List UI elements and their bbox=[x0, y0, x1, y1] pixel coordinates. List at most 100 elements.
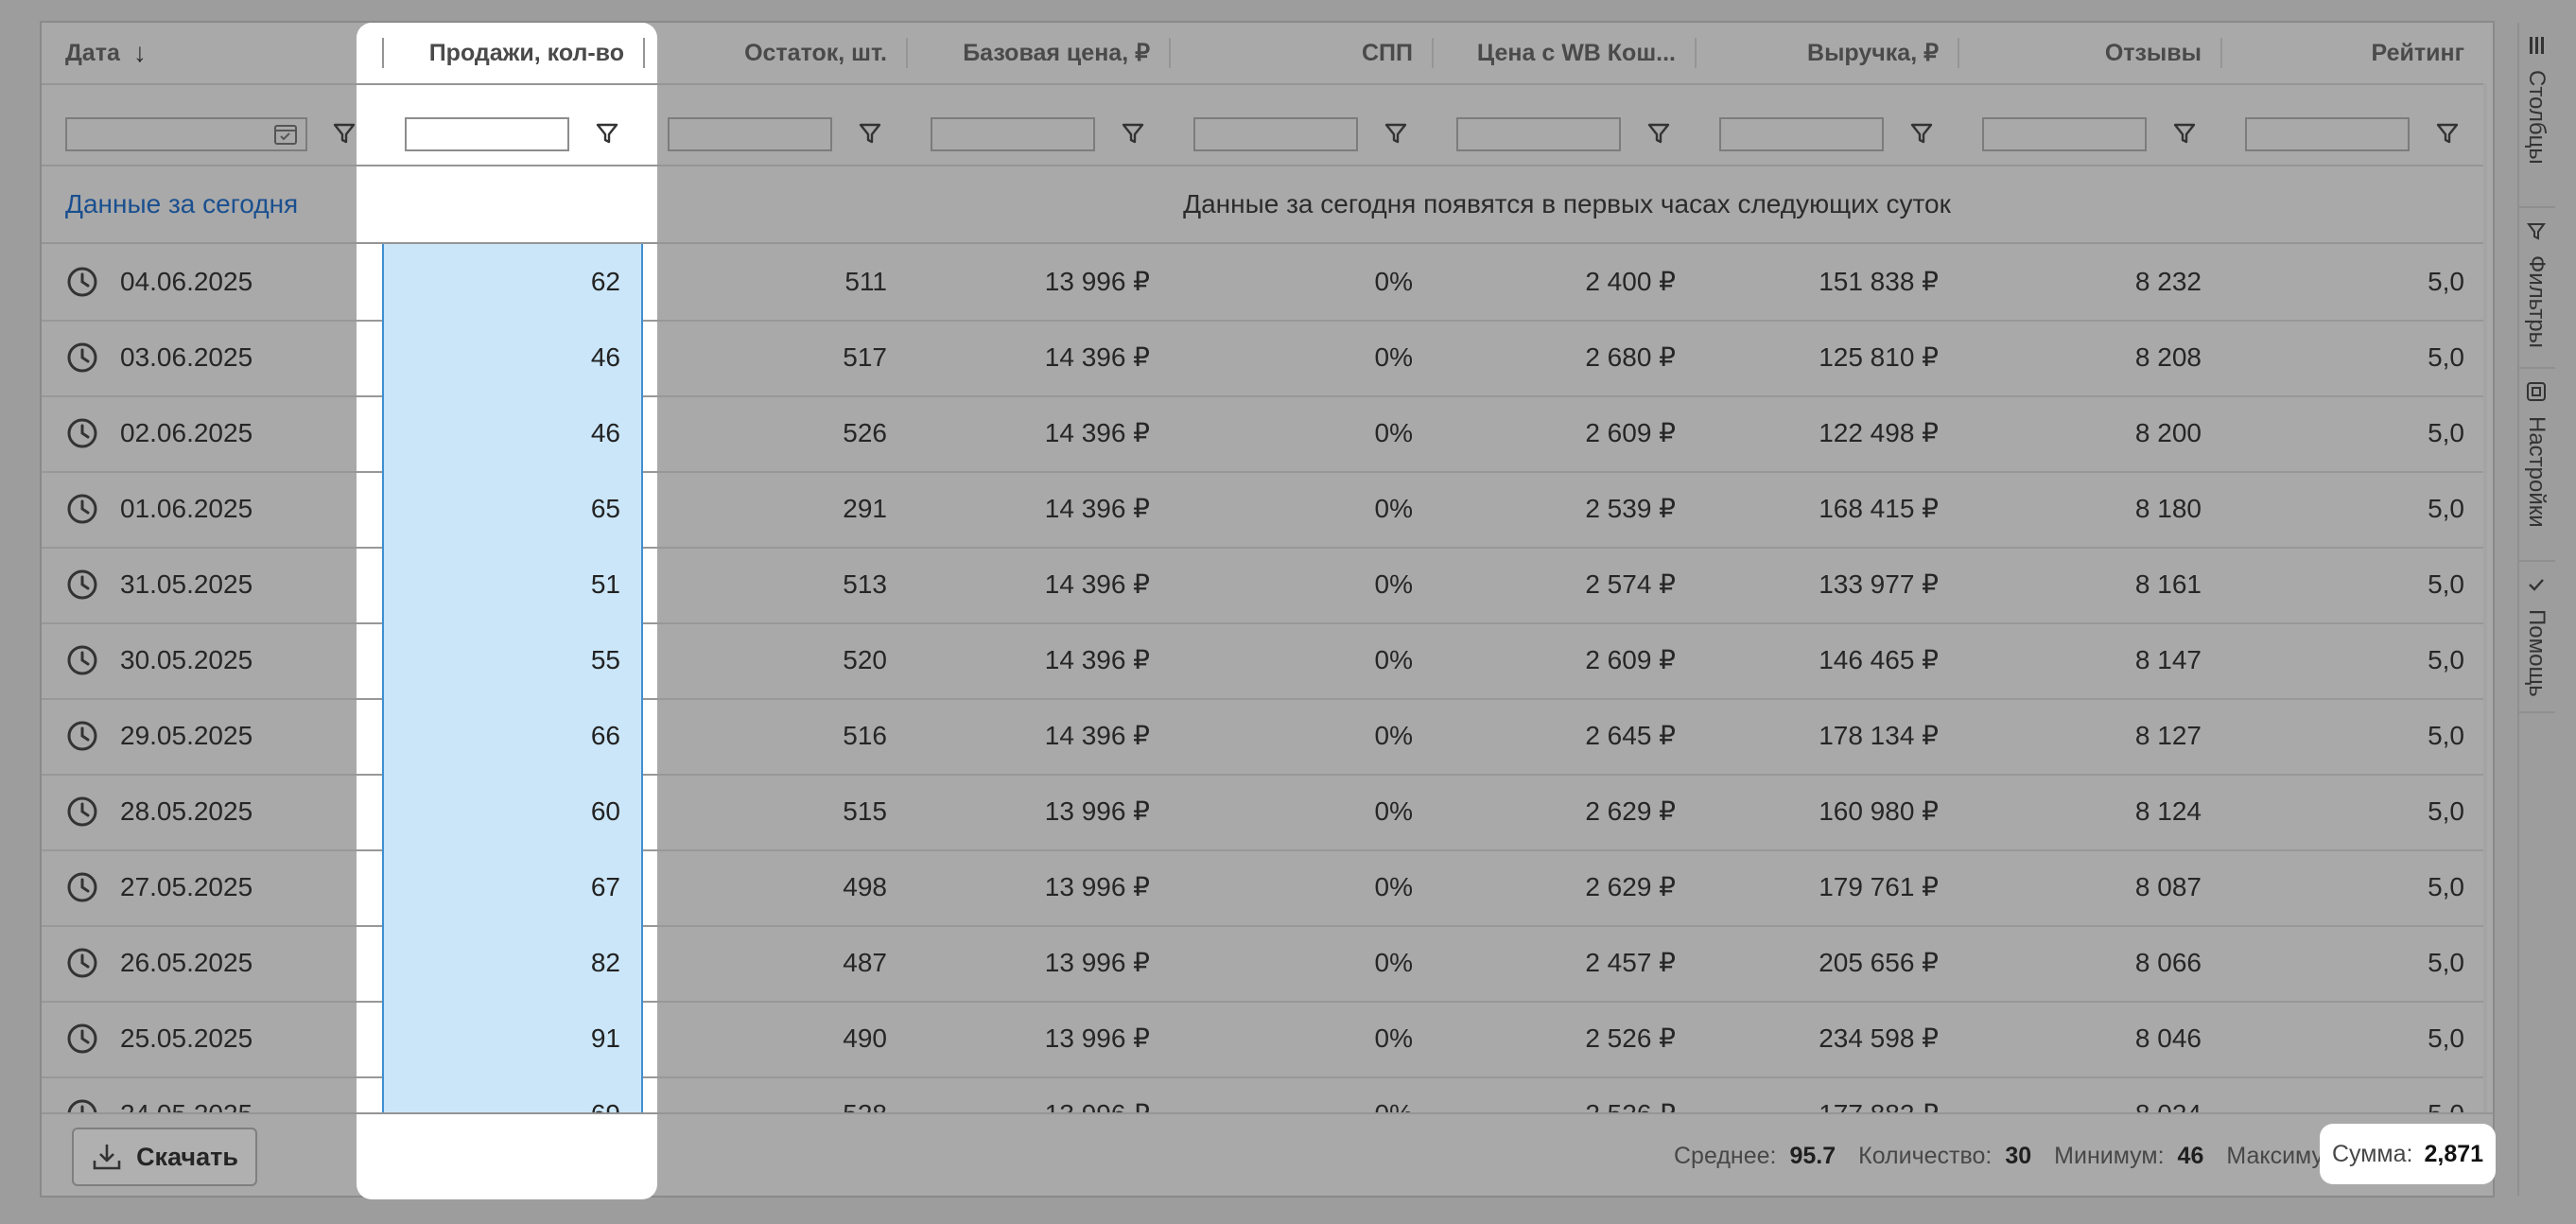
rating-cell[interactable]: 5,0 bbox=[2220, 320, 2483, 395]
base-price-cell[interactable]: 14 396 ₽ bbox=[906, 547, 1169, 622]
rating-cell[interactable]: 5,0 bbox=[2220, 471, 2483, 547]
col-header-stock[interactable]: Остаток, шт. bbox=[643, 23, 906, 83]
table-row[interactable]: 04.06.2025 62 511 13 996 ₽0% 2 400 ₽151 838 … bbox=[42, 244, 2487, 322]
revenue-cell[interactable]: 122 498 ₽ bbox=[1695, 395, 1958, 471]
reviews-cell[interactable]: 8 066 bbox=[1958, 925, 2220, 1001]
sales-cell-selected[interactable]: 82 bbox=[382, 925, 643, 1001]
spp-cell[interactable]: 0% bbox=[1169, 471, 1432, 547]
table-row[interactable]: 27.05.2025 67 498 13 996 ₽0% 2 629 ₽179 761 … bbox=[42, 849, 2487, 927]
stock-cell[interactable]: 520 bbox=[643, 622, 906, 698]
sales-cell-selected[interactable]: 46 bbox=[382, 320, 643, 395]
spp-cell[interactable]: 0% bbox=[1169, 622, 1432, 698]
vertical-scroll-track[interactable] bbox=[2483, 83, 2487, 1112]
spp-cell[interactable]: 0% bbox=[1169, 698, 1432, 774]
wb-price-cell[interactable]: 2 609 ₽ bbox=[1432, 622, 1695, 698]
base-price-cell[interactable]: 13 996 ₽ bbox=[906, 849, 1169, 925]
wb-price-cell[interactable]: 2 457 ₽ bbox=[1432, 925, 1695, 1001]
revenue-cell[interactable]: 179 761 ₽ bbox=[1695, 849, 1958, 925]
stock-cell[interactable]: 487 bbox=[643, 925, 906, 1001]
sales-cell-selected[interactable]: 60 bbox=[382, 774, 643, 849]
reviews-cell[interactable]: 8 046 bbox=[1958, 1001, 2220, 1076]
wb-price-filter-input[interactable] bbox=[1456, 117, 1621, 151]
stock-cell[interactable]: 516 bbox=[643, 698, 906, 774]
col-header-sales[interactable]: Продажи, кол-во bbox=[382, 23, 643, 83]
base-price-cell[interactable]: 14 396 ₽ bbox=[906, 698, 1169, 774]
filter-icon[interactable] bbox=[857, 119, 883, 148]
filter-icon[interactable] bbox=[594, 119, 620, 148]
rating-cell[interactable]: 5,0 bbox=[2220, 849, 2483, 925]
reviews-cell[interactable]: 8 124 bbox=[1958, 774, 2220, 849]
revenue-cell[interactable]: 125 810 ₽ bbox=[1695, 320, 1958, 395]
sales-cell-selected[interactable]: 91 bbox=[382, 1001, 643, 1076]
revenue-cell[interactable]: 178 134 ₽ bbox=[1695, 698, 1958, 774]
revenue-cell[interactable]: 151 838 ₽ bbox=[1695, 244, 1958, 320]
sales-cell-selected[interactable]: 55 bbox=[382, 622, 643, 698]
revenue-cell[interactable]: 160 980 ₽ bbox=[1695, 774, 1958, 849]
wb-price-cell[interactable]: 2 629 ₽ bbox=[1432, 849, 1695, 925]
reviews-cell[interactable]: 8 127 bbox=[1958, 698, 2220, 774]
filter-icon[interactable] bbox=[2171, 119, 2198, 148]
col-header-spp[interactable]: СПП bbox=[1169, 23, 1432, 83]
base-price-cell[interactable]: 13 996 ₽ bbox=[906, 774, 1169, 849]
sales-filter-input[interactable] bbox=[405, 117, 569, 151]
base-price-cell[interactable]: 13 996 ₽ bbox=[906, 1001, 1169, 1076]
sales-cell-selected[interactable]: 66 bbox=[382, 698, 643, 774]
col-header-wb-price[interactable]: Цена с WB Кош... bbox=[1432, 23, 1695, 83]
revenue-cell[interactable]: 234 598 ₽ bbox=[1695, 1001, 1958, 1076]
sidebar-tab-filters[interactable]: Фильтры bbox=[2517, 208, 2555, 369]
rating-cell[interactable]: 5,0 bbox=[2220, 774, 2483, 849]
reviews-cell[interactable]: 8 208 bbox=[1958, 320, 2220, 395]
table-row[interactable]: 29.05.2025 66 516 14 396 ₽0% 2 645 ₽178 134 … bbox=[42, 698, 2487, 776]
col-header-base-price[interactable]: Базовая цена, ₽ bbox=[906, 23, 1169, 83]
rating-cell[interactable]: 5,0 bbox=[2220, 244, 2483, 320]
sales-cell-selected[interactable]: 65 bbox=[382, 471, 643, 547]
wb-price-cell[interactable]: 2 526 ₽ bbox=[1432, 1076, 1695, 1112]
stock-cell[interactable]: 498 bbox=[643, 849, 906, 925]
revenue-filter-input[interactable] bbox=[1719, 117, 1884, 151]
table-row[interactable]: 03.06.2025 46 517 14 396 ₽0% 2 680 ₽125 810 … bbox=[42, 320, 2487, 397]
table-row[interactable]: 31.05.2025 51 513 14 396 ₽0% 2 574 ₽133 977 … bbox=[42, 547, 2487, 624]
rating-cell[interactable]: 5,0 bbox=[2220, 698, 2483, 774]
sidebar-tab-settings[interactable]: Настройки bbox=[2517, 369, 2555, 562]
spp-cell[interactable]: 0% bbox=[1169, 774, 1432, 849]
today-label[interactable]: Данные за сегодня bbox=[65, 166, 298, 242]
spp-cell[interactable]: 0% bbox=[1169, 244, 1432, 320]
filter-icon[interactable] bbox=[1120, 119, 1146, 148]
stock-cell[interactable]: 517 bbox=[643, 320, 906, 395]
base-price-cell[interactable]: 14 396 ₽ bbox=[906, 320, 1169, 395]
base-price-cell[interactable]: 14 396 ₽ bbox=[906, 622, 1169, 698]
base-price-cell[interactable]: 14 396 ₽ bbox=[906, 471, 1169, 547]
spp-cell[interactable]: 0% bbox=[1169, 925, 1432, 1001]
spp-cell[interactable]: 0% bbox=[1169, 320, 1432, 395]
stock-filter-input[interactable] bbox=[668, 117, 832, 151]
reviews-cell[interactable]: 8 232 bbox=[1958, 244, 2220, 320]
filter-icon[interactable] bbox=[1383, 119, 1409, 148]
rating-cell[interactable]: 5,0 bbox=[2220, 547, 2483, 622]
table-row[interactable]: 24.05.2025 69 52813 996 ₽0%2 526 ₽177 882 … bbox=[42, 1076, 2487, 1112]
revenue-cell[interactable]: 146 465 ₽ bbox=[1695, 622, 1958, 698]
table-row[interactable]: 28.05.2025 60 515 13 996 ₽0% 2 629 ₽160 980 … bbox=[42, 774, 2487, 851]
rating-cell[interactable]: 5,0 bbox=[2220, 1001, 2483, 1076]
reviews-filter-input[interactable] bbox=[1982, 117, 2147, 151]
wb-price-cell[interactable]: 2 539 ₽ bbox=[1432, 471, 1695, 547]
col-header-reviews[interactable]: Отзывы bbox=[1958, 23, 2220, 83]
date-filter-input[interactable] bbox=[65, 117, 307, 151]
filter-icon[interactable] bbox=[331, 119, 357, 148]
base-price-cell[interactable]: 14 396 ₽ bbox=[906, 395, 1169, 471]
table-row[interactable]: 02.06.2025 46 526 14 396 ₽0% 2 609 ₽122 498 … bbox=[42, 395, 2487, 473]
wb-price-cell[interactable]: 2 526 ₽ bbox=[1432, 1001, 1695, 1076]
table-row[interactable]: 25.05.2025 91 490 13 996 ₽0% 2 526 ₽234 598 … bbox=[42, 1001, 2487, 1078]
stock-cell[interactable]: 291 bbox=[643, 471, 906, 547]
col-header-revenue[interactable]: Выручка, ₽ bbox=[1695, 23, 1958, 83]
col-header-rating[interactable]: Рейтинг bbox=[2220, 23, 2483, 83]
sales-cell-selected[interactable]: 67 bbox=[382, 849, 643, 925]
rating-filter-input[interactable] bbox=[2245, 117, 2410, 151]
sidebar-tab-help[interactable]: Помощь bbox=[2517, 562, 2555, 713]
wb-price-cell[interactable]: 2 680 ₽ bbox=[1432, 320, 1695, 395]
stock-cell[interactable]: 528 bbox=[643, 1076, 906, 1112]
rating-cell[interactable]: 5,0 bbox=[2220, 395, 2483, 471]
table-row[interactable]: 26.05.2025 82 487 13 996 ₽0% 2 457 ₽205 656 … bbox=[42, 925, 2487, 1003]
base-price-cell[interactable]: 13 996 ₽ bbox=[906, 925, 1169, 1001]
sort-desc-icon[interactable]: ↓ bbox=[133, 38, 147, 68]
spp-cell[interactable]: 0% bbox=[1169, 395, 1432, 471]
